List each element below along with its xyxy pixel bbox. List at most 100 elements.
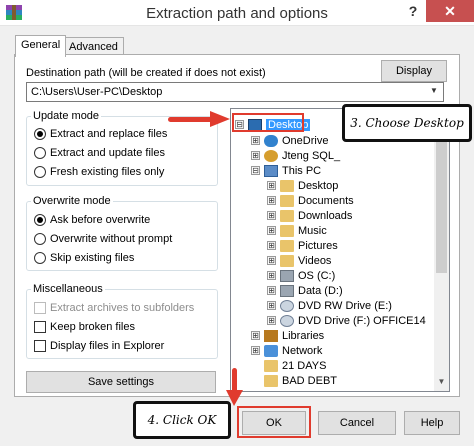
drive-icon xyxy=(280,284,294,297)
tree-item-drive-e[interactable]: ⊞ DVD RW Drive (E:) xyxy=(267,298,392,313)
tree-item-drive-c[interactable]: ⊞ OS (C:) xyxy=(267,268,335,283)
radio-empty-icon[interactable] xyxy=(34,252,46,264)
scrollbar-thumb[interactable] xyxy=(436,125,447,273)
radio-overwrite-without-prompt[interactable]: Overwrite without prompt xyxy=(34,233,172,245)
expand-icon[interactable]: ⊞ xyxy=(251,331,260,340)
destination-path-label: Destination path (will be created if doe… xyxy=(26,67,266,79)
highlight-ok-box xyxy=(237,406,311,438)
library-icon xyxy=(264,329,278,342)
checkbox-extract-to-subfolders: Extract archives to subfolders xyxy=(34,302,194,314)
checkbox-display-in-explorer[interactable]: Display files in Explorer xyxy=(34,340,164,352)
expand-icon[interactable]: ⊞ xyxy=(267,316,276,325)
expand-icon[interactable]: ⊞ xyxy=(267,241,276,250)
title-bar: Extraction path and options ? ✕ xyxy=(0,0,474,26)
tree-item-label: 21 DAYS xyxy=(282,359,327,372)
radio-ask-before-overwrite[interactable]: Ask before overwrite xyxy=(34,214,150,226)
scroll-down-icon[interactable]: ▼ xyxy=(436,377,447,389)
radio-selected-icon[interactable] xyxy=(34,214,46,226)
chevron-down-icon[interactable]: ▼ xyxy=(430,86,438,95)
tree-item-label: Jteng SQL_ xyxy=(282,149,341,162)
tree-item-music[interactable]: ⊞ Music xyxy=(267,223,327,238)
arrow-head-right-icon xyxy=(210,111,230,127)
tree-item-user[interactable]: ⊞ Jteng SQL_ xyxy=(251,148,340,163)
radio-label: Extract and replace files xyxy=(50,128,168,140)
checkbox-label: Extract archives to subfolders xyxy=(50,302,195,314)
folder-icon xyxy=(264,359,278,372)
folder-tree[interactable]: ⊟ Desktop ⊞ OneDrive ⊞ Jteng SQL_ ⊟ This… xyxy=(230,108,450,392)
window-title: Extraction path and options xyxy=(146,5,328,22)
checkbox-disabled-icon xyxy=(34,302,46,314)
tree-item-documents[interactable]: ⊞ Documents xyxy=(267,193,354,208)
expand-icon[interactable]: ⊞ xyxy=(267,211,276,220)
tree-item-drive-d[interactable]: ⊞ Data (D:) xyxy=(267,283,343,298)
tree-item-label: OS (C:) xyxy=(298,269,336,282)
miscellaneous-title: Miscellaneous xyxy=(31,283,105,295)
expand-icon[interactable]: ⊞ xyxy=(267,226,276,235)
expand-icon[interactable]: ⊞ xyxy=(267,271,276,280)
radio-empty-icon[interactable] xyxy=(34,166,46,178)
help-question-button[interactable]: ? xyxy=(404,3,422,23)
radio-extract-replace[interactable]: Extract and replace files xyxy=(34,128,167,140)
radio-selected-icon[interactable] xyxy=(34,128,46,140)
expand-icon[interactable]: ⊞ xyxy=(267,181,276,190)
radio-fresh-existing[interactable]: Fresh existing files only xyxy=(34,166,164,178)
expand-icon[interactable]: ⊞ xyxy=(267,256,276,265)
expand-icon[interactable]: ⊞ xyxy=(251,151,260,160)
drive-icon xyxy=(280,269,294,282)
display-button[interactable]: Display xyxy=(381,60,447,82)
tree-item-label: BAD DEBT xyxy=(282,374,338,387)
checkbox-icon[interactable] xyxy=(34,321,46,333)
tab-general[interactable]: General xyxy=(15,35,67,57)
collapse-icon[interactable]: ⊟ xyxy=(251,166,260,175)
tree-item-label: This PC xyxy=(282,164,322,177)
tree-item-label: Downloads xyxy=(298,209,353,222)
overwrite-mode-title: Overwrite mode xyxy=(31,195,113,207)
radio-label: Overwrite without prompt xyxy=(50,233,173,245)
radio-label: Fresh existing files only xyxy=(50,166,165,178)
folder-icon xyxy=(280,254,294,267)
arrow-to-desktop xyxy=(168,117,216,122)
tree-item-libraries[interactable]: ⊞ Libraries xyxy=(251,328,324,343)
tree-item-21-days[interactable]: 21 DAYS xyxy=(264,358,326,373)
checkbox-label: Keep broken files xyxy=(50,321,135,333)
tree-item-label: OneDrive xyxy=(282,134,329,147)
tree-item-label: DVD Drive (F:) OFFICE14 xyxy=(298,314,426,327)
cancel-button[interactable]: Cancel xyxy=(318,411,396,435)
tree-item-bad-debt[interactable]: BAD DEBT xyxy=(264,373,337,388)
tree-item-onedrive[interactable]: ⊞ OneDrive xyxy=(251,133,328,148)
callout-click-ok: 4. Click OK xyxy=(133,401,231,439)
tree-item-label: Libraries xyxy=(282,329,325,342)
checkbox-keep-broken-files[interactable]: Keep broken files xyxy=(34,321,135,333)
tree-item-videos[interactable]: ⊞ Videos xyxy=(267,253,331,268)
close-window-button[interactable]: ✕ xyxy=(426,0,474,22)
radio-label: Ask before overwrite xyxy=(50,214,151,226)
expand-icon[interactable]: ⊞ xyxy=(267,286,276,295)
destination-path-input[interactable] xyxy=(26,82,444,102)
tree-item-pictures[interactable]: ⊞ Pictures xyxy=(267,238,338,253)
tree-item-network[interactable]: ⊞ Network xyxy=(251,343,322,358)
tree-item-drive-f[interactable]: ⊞ DVD Drive (F:) OFFICE14 xyxy=(267,313,426,328)
tree-item-label: Data (D:) xyxy=(298,284,343,297)
tree-item-this-pc[interactable]: ⊟ This PC xyxy=(251,163,321,178)
checkbox-label: Display files in Explorer xyxy=(50,340,165,352)
tree-item-label: Documents xyxy=(298,194,354,207)
tree-item-label: Videos xyxy=(298,254,332,267)
tree-item-downloads[interactable]: ⊞ Downloads xyxy=(267,208,352,223)
radio-skip-existing[interactable]: Skip existing files xyxy=(34,252,134,264)
expand-icon[interactable]: ⊞ xyxy=(267,301,276,310)
help-button[interactable]: Help xyxy=(404,411,460,435)
disc-icon xyxy=(280,299,294,312)
radio-empty-icon[interactable] xyxy=(34,147,46,159)
cloud-icon xyxy=(264,134,278,147)
expand-icon[interactable]: ⊞ xyxy=(251,346,260,355)
folder-icon xyxy=(280,179,294,192)
tree-item-label: Network xyxy=(282,344,323,357)
highlight-desktop-box xyxy=(232,113,304,132)
expand-icon[interactable]: ⊞ xyxy=(251,136,260,145)
radio-empty-icon[interactable] xyxy=(34,233,46,245)
save-settings-button[interactable]: Save settings xyxy=(26,371,216,393)
radio-extract-update[interactable]: Extract and update files xyxy=(34,147,165,159)
tree-item-pc-desktop[interactable]: ⊞ Desktop xyxy=(267,178,338,193)
checkbox-icon[interactable] xyxy=(34,340,46,352)
expand-icon[interactable]: ⊞ xyxy=(267,196,276,205)
